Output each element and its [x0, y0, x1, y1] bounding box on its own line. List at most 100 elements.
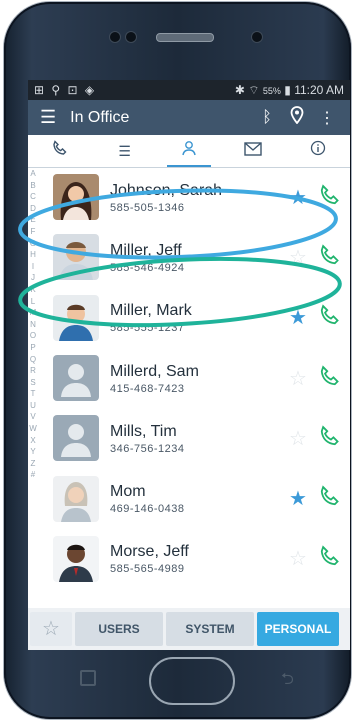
index-letter[interactable]: Z — [28, 458, 38, 470]
tab-calls[interactable] — [28, 135, 92, 167]
contact-row[interactable]: Mom 469-146-0438 ★ — [38, 468, 350, 528]
index-letter[interactable]: P — [28, 342, 38, 354]
person-icon — [182, 141, 196, 156]
avatar — [53, 355, 99, 402]
index-letter[interactable]: M — [28, 307, 38, 319]
overflow-menu-icon[interactable]: ⋮ — [312, 108, 342, 128]
contact-info: Morse, Jeff 585-565-4989 — [110, 542, 286, 575]
home-button[interactable] — [149, 657, 235, 705]
index-letter[interactable]: B — [28, 180, 38, 192]
favorites-button[interactable]: ☆ — [30, 612, 72, 646]
index-letter[interactable]: # — [28, 469, 38, 481]
tab-bar: ☰ — [28, 135, 350, 168]
contact-list: Johnson, Sarah 585-505-1346 ★ Miller, Jeff 5… — [38, 167, 350, 589]
index-letter[interactable]: L — [28, 296, 38, 308]
avatar — [53, 174, 99, 221]
contact-row[interactable]: Millerd, Sam 415-468-7423 ☆ — [38, 348, 350, 408]
contact-number: 469-146-0438 — [110, 503, 185, 516]
page-title: In Office — [70, 108, 130, 126]
back-icon[interactable]: ⮌ — [281, 668, 294, 695]
index-letter[interactable]: T — [28, 388, 38, 400]
contact-row[interactable]: Miller, Jeff 585-546-4924 ☆ — [38, 227, 350, 287]
app-screen: ⊞ ⚲ ⊡ ◈ ✱ ⌔ 55% ▮ 11:20 AM ☰ In Office ᛒ… — [28, 80, 350, 650]
index-letter[interactable]: F — [28, 226, 38, 238]
phone-icon — [320, 545, 339, 566]
call-button[interactable] — [310, 485, 350, 512]
index-letter[interactable]: U — [28, 400, 38, 412]
contact-number: 415-468-7423 — [110, 382, 185, 395]
call-button[interactable] — [310, 425, 350, 452]
contact-info: Mom 469-146-0438 — [110, 482, 286, 515]
favorite-star-icon[interactable]: ★ — [286, 486, 310, 511]
index-letter[interactable]: X — [28, 435, 38, 447]
call-button[interactable] — [310, 184, 350, 211]
status-icons: ⊞ ⚲ ⊡ ◈ — [34, 83, 97, 97]
index-letter[interactable]: O — [28, 330, 38, 342]
avatar — [53, 415, 99, 462]
index-letter[interactable]: H — [28, 249, 38, 261]
alphabet-index[interactable]: A B C D E F G H I J K L M N O P Q R S T U V W X Y Z # — [28, 168, 38, 481]
contact-name: Miller, Mark — [110, 302, 192, 320]
index-letter[interactable]: A — [28, 168, 38, 180]
index-letter[interactable]: V — [28, 411, 38, 423]
contact-number: 585-565-4989 — [110, 563, 185, 576]
index-letter[interactable]: G — [28, 238, 38, 250]
call-button[interactable] — [310, 364, 350, 392]
call-button[interactable] — [310, 545, 350, 572]
index-letter[interactable]: K — [28, 284, 38, 296]
favorite-star-icon[interactable]: ☆ — [286, 245, 310, 270]
contact-info: Mills, Tim 346-756-1234 — [110, 422, 286, 455]
index-letter[interactable]: R — [28, 365, 38, 377]
contact-number: 585-546-4924 — [110, 261, 185, 274]
recent-apps-icon[interactable] — [80, 670, 96, 686]
call-button[interactable] — [310, 304, 350, 331]
favorite-star-icon[interactable]: ★ — [286, 185, 310, 210]
tab-info[interactable] — [286, 135, 350, 167]
contact-name: Johnson, Sarah — [110, 181, 223, 199]
contact-number: 346-756-1234 — [110, 442, 185, 455]
contact-row[interactable]: Miller, Mark 585-555-1237 ★ — [38, 288, 350, 348]
index-letter[interactable]: D — [28, 203, 38, 215]
contact-row[interactable]: Johnson, Sarah 585-505-1346 ★ — [38, 167, 350, 227]
avatar — [53, 294, 99, 341]
index-letter[interactable]: E — [28, 214, 38, 226]
favorite-star-icon[interactable]: ☆ — [286, 366, 310, 391]
contact-row[interactable]: Mills, Tim 346-756-1234 ☆ — [38, 408, 350, 468]
contact-name: Miller, Jeff — [110, 241, 182, 259]
phone-icon — [320, 244, 339, 265]
contact-info: Johnson, Sarah 585-505-1346 — [110, 181, 286, 214]
bluetooth-icon: ✱ — [234, 82, 245, 97]
contact-info: Miller, Jeff 585-546-4924 — [110, 241, 286, 274]
tab-messages[interactable] — [221, 135, 285, 167]
avatar — [53, 475, 99, 522]
bluetooth-icon[interactable]: ᛒ — [252, 109, 282, 127]
index-letter[interactable]: S — [28, 377, 38, 389]
menu-icon[interactable]: ☰ — [40, 107, 56, 128]
contact-row[interactable]: Morse, Jeff 585-565-4989 ☆ — [38, 529, 350, 589]
index-letter[interactable]: W — [28, 423, 38, 435]
location-pin-icon — [290, 106, 304, 125]
favorite-star-icon[interactable]: ☆ — [286, 546, 310, 571]
star-icon: ☆ — [42, 618, 60, 640]
app-bar: ☰ In Office ᛒ ⋮ — [28, 100, 350, 135]
favorite-star-icon[interactable]: ☆ — [286, 426, 310, 451]
system-button[interactable]: SYSTEM — [166, 612, 254, 646]
location-pin-icon[interactable] — [282, 106, 312, 129]
mail-icon — [244, 142, 263, 156]
index-letter[interactable]: I — [28, 261, 38, 273]
tab-contacts[interactable] — [157, 135, 221, 167]
personal-button[interactable]: PERSONAL — [257, 612, 339, 646]
avatar — [53, 234, 99, 281]
users-button[interactable]: USERS — [75, 612, 163, 646]
call-button[interactable] — [310, 244, 350, 271]
index-letter[interactable]: N — [28, 319, 38, 331]
tab-list[interactable]: ☰ — [92, 135, 156, 167]
index-letter[interactable]: J — [28, 272, 38, 284]
favorite-star-icon[interactable]: ★ — [286, 305, 310, 330]
index-letter[interactable]: C — [28, 191, 38, 203]
index-letter[interactable]: Q — [28, 354, 38, 366]
contact-name: Morse, Jeff — [110, 543, 189, 561]
index-letter[interactable]: Y — [28, 446, 38, 458]
contact-info: Miller, Mark 585-555-1237 — [110, 301, 286, 334]
status-bar: ⊞ ⚲ ⊡ ◈ ✱ ⌔ 55% ▮ 11:20 AM — [28, 80, 350, 100]
